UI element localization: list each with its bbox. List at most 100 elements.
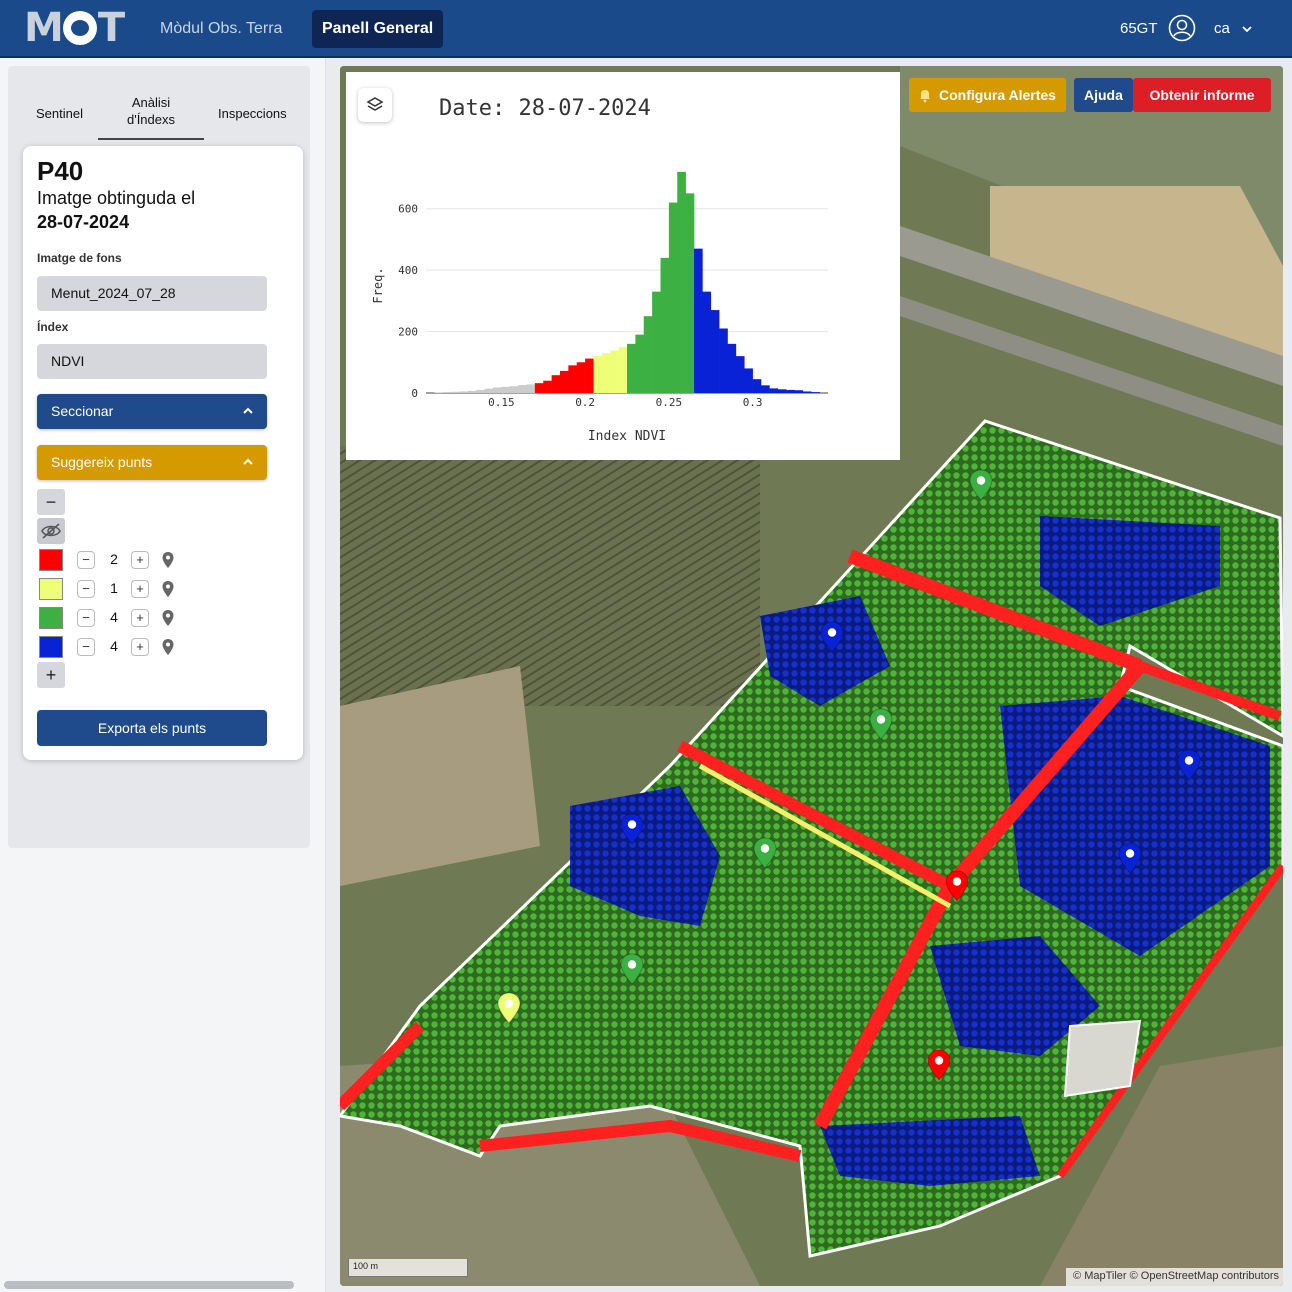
histogram-bar: [610, 350, 619, 393]
class-color-swatch[interactable]: [39, 549, 63, 571]
map-attribution[interactable]: © MapTiler © OpenStreetMap contributors: [1066, 1268, 1283, 1286]
histogram-bar: [618, 346, 628, 393]
seccionar-accordion[interactable]: Seccionar: [37, 394, 267, 429]
histogram-bar: [694, 248, 703, 393]
histogram-bar: [685, 193, 695, 393]
x-tick-label: 0.2: [575, 396, 595, 409]
histogram-bar: [660, 257, 670, 393]
y-tick-label: 200: [398, 326, 418, 339]
histogram-bar: [451, 391, 460, 393]
histogram-bar: [627, 343, 636, 393]
language-selector[interactable]: ca: [1214, 20, 1252, 37]
x-tick-label: 0.25: [656, 396, 683, 409]
histogram-bar: [786, 389, 795, 393]
histogram-bar: [744, 368, 753, 393]
histogram-bar: [752, 379, 762, 393]
class-point-count: 2: [110, 551, 118, 567]
decrement-button[interactable]: −: [77, 580, 95, 598]
class-point-count: 1: [110, 580, 118, 596]
suggest-points-label: Suggereix punts: [51, 454, 153, 470]
histogram-bar: [501, 386, 511, 393]
chevron-up-icon: [243, 458, 253, 465]
add-class-button[interactable]: +: [37, 662, 65, 688]
histogram-bar: [593, 356, 603, 393]
map-view[interactable]: Date: 28-07-2024 0 200 400 600 0.15 0.2 0.25 0.…: [340, 66, 1283, 1286]
index-label: Índex: [37, 320, 69, 334]
tab-sentinel[interactable]: Sentinel: [36, 105, 83, 122]
class-color-swatch[interactable]: [39, 607, 63, 629]
remove-class-button[interactable]: −: [37, 489, 65, 515]
toggle-visibility-button[interactable]: [37, 518, 65, 544]
histogram-bar: [769, 388, 779, 393]
histogram-bar: [509, 386, 519, 393]
histogram-bar: [794, 390, 804, 393]
class-point-count: 4: [110, 609, 118, 625]
histogram-bar: [652, 291, 661, 393]
map-pin-icon[interactable]: [161, 609, 175, 627]
tab-inspeccions[interactable]: Inspeccions: [218, 105, 287, 122]
decrement-button[interactable]: −: [77, 551, 95, 569]
histogram-bar: [576, 362, 586, 393]
histogram-bar: [719, 328, 728, 393]
increment-button[interactable]: +: [131, 609, 149, 627]
language-label: ca: [1214, 20, 1230, 37]
ndvi-histogram-panel: Date: 28-07-2024 0 200 400 600 0.15 0.2 0.25 0.…: [346, 72, 900, 460]
tab-analisi-index-line2: d'Índexs: [126, 112, 175, 127]
histogram-bar: [643, 316, 653, 393]
decrement-button[interactable]: −: [77, 638, 95, 656]
tab-analisi-index[interactable]: Anàlisi d'Índexs: [98, 94, 204, 140]
parcel-card: P40 Imatge obtinguda el 28-07-2024 Imatg…: [23, 146, 303, 760]
x-tick-label: 0.3: [743, 396, 763, 409]
histogram-bar: [467, 390, 477, 393]
chevron-up-icon: [243, 407, 253, 414]
histogram-bar: [635, 334, 645, 393]
class-color-swatch[interactable]: [39, 636, 63, 658]
map-scale: 100 m: [348, 1259, 468, 1277]
histogram-bar: [677, 171, 686, 393]
histogram-bar: [459, 391, 469, 393]
tab-analisi-index-line1: Anàlisi: [131, 95, 171, 110]
class-color-swatch[interactable]: [39, 578, 63, 600]
map-pin-icon[interactable]: [161, 551, 175, 569]
user-avatar-icon[interactable]: [1168, 14, 1196, 42]
x-axis-label: Index NDVI: [588, 429, 666, 444]
map-pin-icon[interactable]: [161, 580, 175, 598]
image-date: 28-07-2024: [37, 212, 130, 232]
image-obtained-label: Imatge obtinguda el: [37, 188, 196, 208]
histogram-bar: [710, 310, 720, 393]
increment-button[interactable]: +: [131, 580, 149, 598]
histogram-bar: [442, 392, 452, 393]
histogram-bar: [518, 385, 527, 393]
tab-bar: Sentinel Anàlisi d'Índexs Inspeccions: [8, 86, 310, 140]
horizontal-scrollbar[interactable]: [4, 1281, 294, 1289]
user-name: 65GT: [1120, 20, 1158, 37]
export-points-button[interactable]: Exporta els punts: [37, 710, 267, 746]
parcel-title: P40: [37, 156, 84, 186]
histogram-bar: [560, 370, 569, 393]
y-tick-label: 0: [411, 387, 418, 400]
histogram-bar: [543, 380, 552, 393]
nav-obs-terra[interactable]: Mòdul Obs. Terra: [150, 10, 292, 48]
top-navbar: MT Mòdul Obs. Terra Panell General 65GT …: [0, 0, 1292, 58]
decrement-button[interactable]: −: [77, 609, 95, 627]
seccionar-label: Seccionar: [51, 403, 114, 419]
increment-button[interactable]: +: [131, 551, 149, 569]
histogram-bar: [802, 391, 812, 393]
histogram-bar: [484, 388, 494, 393]
map-pin-icon[interactable]: [161, 638, 175, 656]
increment-button[interactable]: +: [131, 638, 149, 656]
histogram-bar: [534, 383, 544, 393]
histogram-bar: [551, 375, 561, 393]
get-report-button[interactable]: Obtenir informe: [1133, 78, 1271, 112]
app-logo[interactable]: MT: [24, 5, 125, 51]
nav-panell-general[interactable]: Panell General: [312, 10, 444, 48]
suggest-points-accordion[interactable]: Suggereix punts: [37, 445, 267, 480]
histogram-bar: [476, 389, 485, 393]
background-image-select[interactable]: Menut_2024_07_28: [37, 276, 267, 311]
help-button[interactable]: Ajuda: [1074, 78, 1133, 112]
index-select[interactable]: NDVI: [37, 344, 267, 379]
histogram-bar: [493, 387, 502, 393]
x-tick-label: 0.15: [488, 396, 515, 409]
histogram-bar: [811, 392, 820, 393]
configure-alerts-button[interactable]: Configura Alertes: [909, 78, 1066, 112]
